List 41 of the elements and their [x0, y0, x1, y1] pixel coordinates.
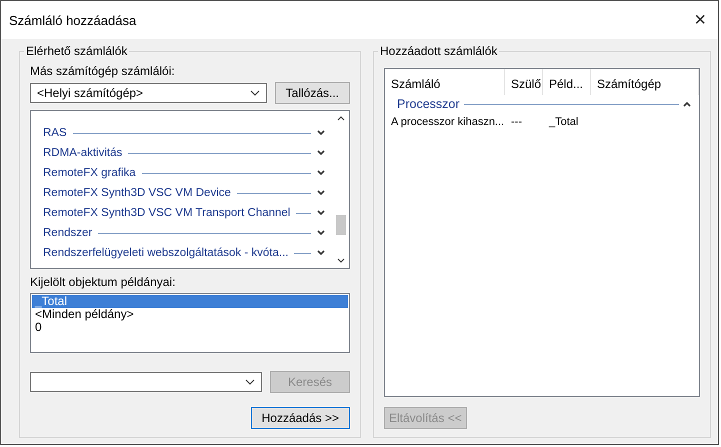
counter-item[interactable]: Rendszerfelügyeleti webszolgáltatások - kvóta...: [43, 243, 333, 263]
instance-item[interactable]: <Minden példány>: [32, 308, 348, 322]
instance-item[interactable]: _Total: [32, 295, 348, 308]
computer-dropdown[interactable]: <Helyi számítógép>: [30, 83, 267, 103]
counter-item[interactable]: RemoteFX Synth3D VSC VM Device: [43, 183, 333, 203]
counter-item[interactable]: RemoteFX Synth3D VSC VM Transport Channel: [43, 203, 333, 223]
search-dropdown[interactable]: [30, 372, 262, 392]
close-button[interactable]: ×: [690, 8, 710, 32]
table-cell-text: ---: [510, 116, 523, 128]
column-header[interactable]: Péld...: [543, 69, 591, 95]
expand-chevron-icon[interactable]: [317, 190, 325, 196]
table-cell-text: _Total: [548, 116, 580, 128]
window-title: Számláló hozzáadása: [9, 12, 136, 28]
expand-chevron-icon[interactable]: [317, 150, 325, 156]
counter-item[interactable]: RemoteFX grafika: [43, 163, 333, 183]
dropdown-caret-icon[interactable]: [245, 379, 255, 385]
group-title: Elérhető számlálók: [24, 44, 130, 58]
expand-chevron-icon[interactable]: [317, 170, 325, 176]
instance-item[interactable]: 0: [32, 321, 348, 334]
column-header[interactable]: Számítógép: [591, 69, 699, 95]
expand-chevron-icon[interactable]: [317, 230, 325, 236]
dropdown-caret-icon[interactable]: [250, 90, 260, 96]
column-header[interactable]: Szülő: [505, 69, 543, 95]
add-button[interactable]: Hozzáadás >>: [250, 407, 350, 429]
expand-chevron-icon[interactable]: [317, 130, 325, 136]
column-header[interactable]: Számláló: [385, 69, 505, 95]
field-label: Más számítógép számlálói:: [30, 64, 176, 78]
counter-item[interactable]: Rendszer: [43, 223, 333, 243]
scroll-up-icon[interactable]: [337, 115, 345, 121]
field-label: Kijelölt objektum példányai:: [30, 275, 176, 290]
expand-chevron-icon[interactable]: [317, 250, 325, 256]
counter-item[interactable]: RAS: [43, 123, 333, 143]
scroll-thumb[interactable]: [336, 214, 346, 235]
group-title: Hozzáadott számlálók: [378, 44, 500, 58]
table-cell-text: A processzor kihaszn...: [390, 116, 505, 128]
counter-item[interactable]: RDMA-aktivitás: [43, 143, 333, 163]
expand-chevron-icon[interactable]: [317, 210, 325, 216]
scroll-down-icon[interactable]: [337, 258, 345, 264]
browse-button[interactable]: Tallózás...: [274, 82, 350, 104]
collapse-chevron-icon[interactable]: [683, 101, 691, 107]
group-row[interactable]: Processzor: [385, 95, 699, 113]
